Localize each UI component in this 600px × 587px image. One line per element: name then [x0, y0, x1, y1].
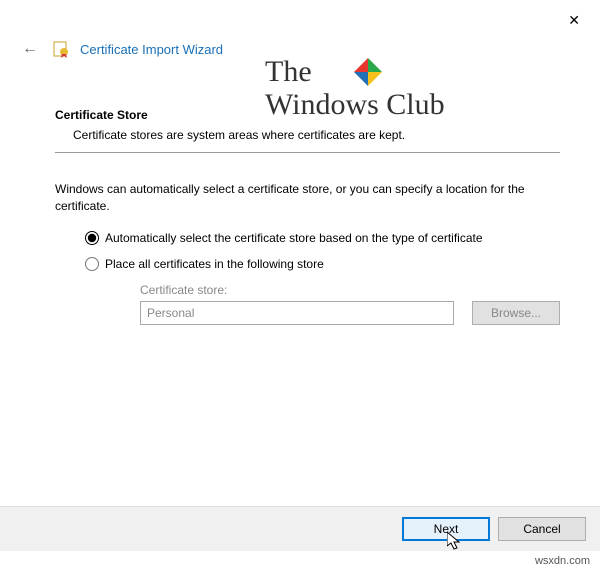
radio-auto-label: Automatically select the certificate sto…: [105, 231, 483, 245]
wizard-content: Certificate Store Certificate stores are…: [0, 108, 600, 325]
wizard-footer: Next Cancel: [0, 506, 600, 551]
next-button[interactable]: Next: [402, 517, 490, 541]
watermark-text-1: The: [265, 55, 312, 88]
watermark-kite-icon: [352, 56, 384, 88]
cancel-button[interactable]: Cancel: [498, 517, 586, 541]
wizard-title: Certificate Import Wizard: [80, 42, 223, 57]
store-section: Certificate store: Browse...: [140, 283, 560, 325]
browse-button: Browse...: [472, 301, 560, 325]
radio-manual-row[interactable]: Place all certificates in the following …: [85, 257, 560, 271]
store-input: [140, 301, 454, 325]
store-field-label: Certificate store:: [140, 283, 560, 297]
radio-manual[interactable]: [85, 257, 99, 271]
store-radio-group: Automatically select the certificate sto…: [85, 231, 560, 325]
radio-auto-row[interactable]: Automatically select the certificate sto…: [85, 231, 560, 245]
divider: [55, 152, 560, 153]
certificate-icon: [52, 40, 70, 58]
radio-manual-label: Place all certificates in the following …: [105, 257, 324, 271]
radio-auto[interactable]: [85, 231, 99, 245]
section-title: Certificate Store: [55, 108, 560, 122]
back-arrow-icon[interactable]: ←: [18, 38, 42, 60]
instruction-text: Windows can automatically select a certi…: [55, 181, 560, 215]
section-description: Certificate stores are system areas wher…: [73, 128, 560, 142]
attribution-text: wsxdn.com: [535, 555, 590, 567]
close-button[interactable]: ✕: [560, 8, 588, 33]
